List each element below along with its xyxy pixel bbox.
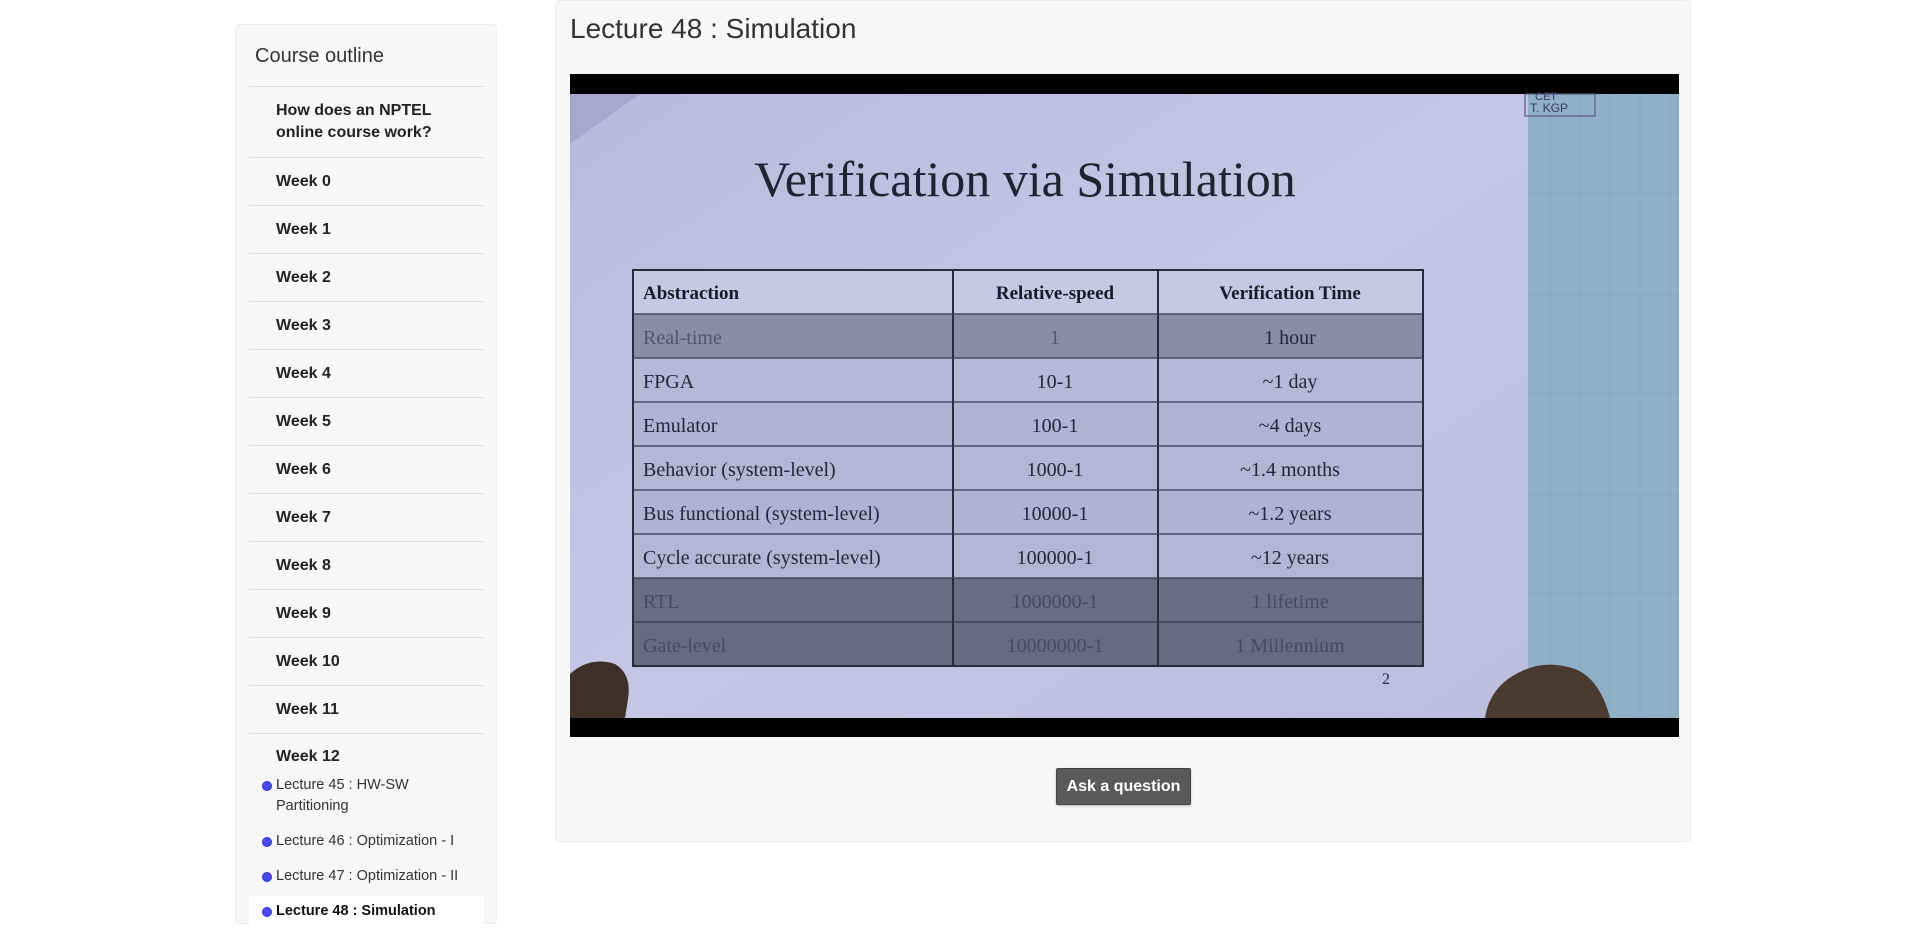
table-cell: RTL bbox=[643, 591, 680, 613]
table-cell: 1 bbox=[1050, 327, 1060, 349]
sidebar-item-label: Week 9 bbox=[276, 604, 331, 622]
sidebar-item-label: Week 7 bbox=[276, 508, 331, 526]
sidebar-item-label: Week 10 bbox=[276, 652, 340, 670]
table-cell: ~12 years bbox=[1251, 547, 1329, 569]
sidebar-item-week-4[interactable]: Week 4 bbox=[249, 349, 484, 397]
sidebar-item-week-11[interactable]: Week 11 bbox=[249, 685, 484, 733]
sidebar-item-label: Week 8 bbox=[276, 556, 331, 574]
slide-page-number: 2 bbox=[1382, 671, 1390, 688]
slide-title: Verification via Simulation bbox=[754, 151, 1296, 207]
sidebar-item-week-1[interactable]: Week 1 bbox=[249, 205, 484, 253]
course-outline-list: How does an NPTEL online course work? We… bbox=[249, 86, 484, 780]
lecture-item-48-current[interactable]: Lecture 48 : Simulation bbox=[249, 896, 484, 941]
sidebar-item-label: Week 1 bbox=[276, 220, 331, 238]
sidebar-item-week-3[interactable]: Week 3 bbox=[249, 301, 484, 349]
table-cell: Cycle accurate (system-level) bbox=[643, 547, 881, 569]
sidebar-item-week-12[interactable]: Week 12 bbox=[249, 733, 484, 780]
table-cell: 1 Millennium bbox=[1235, 635, 1345, 657]
table-header-cell: Relative-speed bbox=[996, 283, 1115, 304]
sidebar-item-label: Week 3 bbox=[276, 316, 331, 334]
lecture-content-panel: Lecture 48 : Simulation CET T. KGP Verif… bbox=[555, 0, 1691, 842]
sidebar-item-week-0[interactable]: Week 0 bbox=[249, 157, 484, 205]
lecture-item-45[interactable]: Lecture 45 : HW-SW Partitioning bbox=[249, 775, 484, 831]
background-board bbox=[1525, 94, 1679, 718]
completed-status-dot-icon bbox=[262, 837, 272, 847]
sidebar-item-week-9[interactable]: Week 9 bbox=[249, 589, 484, 637]
table-cell: 1 hour bbox=[1264, 327, 1316, 349]
sidebar-item-week-10[interactable]: Week 10 bbox=[249, 637, 484, 685]
lecture-item-label: Lecture 48 : Simulation bbox=[276, 903, 436, 919]
table-cell: ~1 day bbox=[1263, 371, 1318, 393]
current-status-dot-icon bbox=[262, 907, 272, 917]
video-frame: CET T. KGP Verification via Simulation A… bbox=[570, 74, 1679, 737]
ask-question-button[interactable]: Ask a question bbox=[1056, 768, 1191, 805]
sidebar-item-label: Week 5 bbox=[276, 412, 331, 430]
sidebar-item-week-7[interactable]: Week 7 bbox=[249, 493, 484, 541]
sidebar-item-label: Week 12 bbox=[276, 748, 340, 765]
table-cell: Gate-level bbox=[643, 635, 727, 657]
table-cell: ~1.4 months bbox=[1240, 459, 1340, 481]
table-header-cell: Abstraction bbox=[643, 283, 739, 304]
lecture-item-46[interactable]: Lecture 46 : Optimization - I bbox=[249, 831, 484, 866]
sidebar-item-week-5[interactable]: Week 5 bbox=[249, 397, 484, 445]
sidebar-item-label: Week 6 bbox=[276, 460, 331, 478]
table-cell: 1000000-1 bbox=[1012, 591, 1099, 613]
table-cell: 100-1 bbox=[1032, 415, 1079, 437]
table-cell: Emulator bbox=[643, 415, 718, 437]
sidebar-item-label: Week 0 bbox=[276, 172, 331, 190]
table-cell: FPGA bbox=[643, 371, 695, 393]
lecture-item-47[interactable]: Lecture 47 : Optimization - II bbox=[249, 866, 484, 896]
completed-status-dot-icon bbox=[262, 872, 272, 882]
lecture-item-label: Lecture 46 : Optimization - I bbox=[276, 833, 455, 849]
table-cell: 10-1 bbox=[1037, 371, 1074, 393]
table-header-cell: Verification Time bbox=[1219, 283, 1361, 304]
table-cell: ~4 days bbox=[1259, 415, 1322, 437]
table-cell: Behavior (system-level) bbox=[643, 459, 836, 481]
lecture-item-label: Lecture 45 : HW-SW Partitioning bbox=[276, 777, 409, 814]
video-player[interactable]: CET T. KGP Verification via Simulation A… bbox=[570, 74, 1679, 737]
page-title: Lecture 48 : Simulation bbox=[570, 13, 857, 44]
week-12-lecture-list: Lecture 45 : HW-SW Partitioning Lecture … bbox=[249, 775, 484, 941]
sidebar-item-label: Week 2 bbox=[276, 268, 331, 286]
sidebar-item-week-2[interactable]: Week 2 bbox=[249, 253, 484, 301]
table-cell: ~1.2 years bbox=[1248, 503, 1331, 525]
sidebar-item-label: How does an NPTEL online course work? bbox=[276, 102, 432, 141]
sidebar-item-label: Week 4 bbox=[276, 364, 331, 382]
table-cell: 10000-1 bbox=[1022, 503, 1089, 525]
completed-status-dot-icon bbox=[262, 781, 272, 791]
sidebar-item-week-6[interactable]: Week 6 bbox=[249, 445, 484, 493]
table-cell: 10000000-1 bbox=[1007, 635, 1104, 657]
sidebar-item-label: Week 11 bbox=[276, 700, 339, 718]
slide-table: Abstraction Relative-speed Verification … bbox=[632, 269, 1424, 667]
table-cell: 100000-1 bbox=[1017, 547, 1094, 569]
lecture-item-label: Lecture 47 : Optimization - II bbox=[276, 868, 459, 884]
sidebar-item-week-8[interactable]: Week 8 bbox=[249, 541, 484, 589]
table-cell: Bus functional (system-level) bbox=[643, 503, 880, 525]
left-hand-image bbox=[570, 661, 629, 718]
sidebar-item-nptel-intro[interactable]: How does an NPTEL online course work? bbox=[249, 86, 484, 157]
table-cell: 1000-1 bbox=[1027, 459, 1084, 481]
table-cell: 1 lifetime bbox=[1251, 591, 1328, 613]
sidebar-title: Course outline bbox=[255, 45, 384, 67]
logo-text-line-2: T. KGP bbox=[1530, 101, 1568, 115]
table-cell: Real-time bbox=[643, 327, 722, 349]
course-outline-sidebar: Course outline How does an NPTEL online … bbox=[235, 24, 497, 941]
